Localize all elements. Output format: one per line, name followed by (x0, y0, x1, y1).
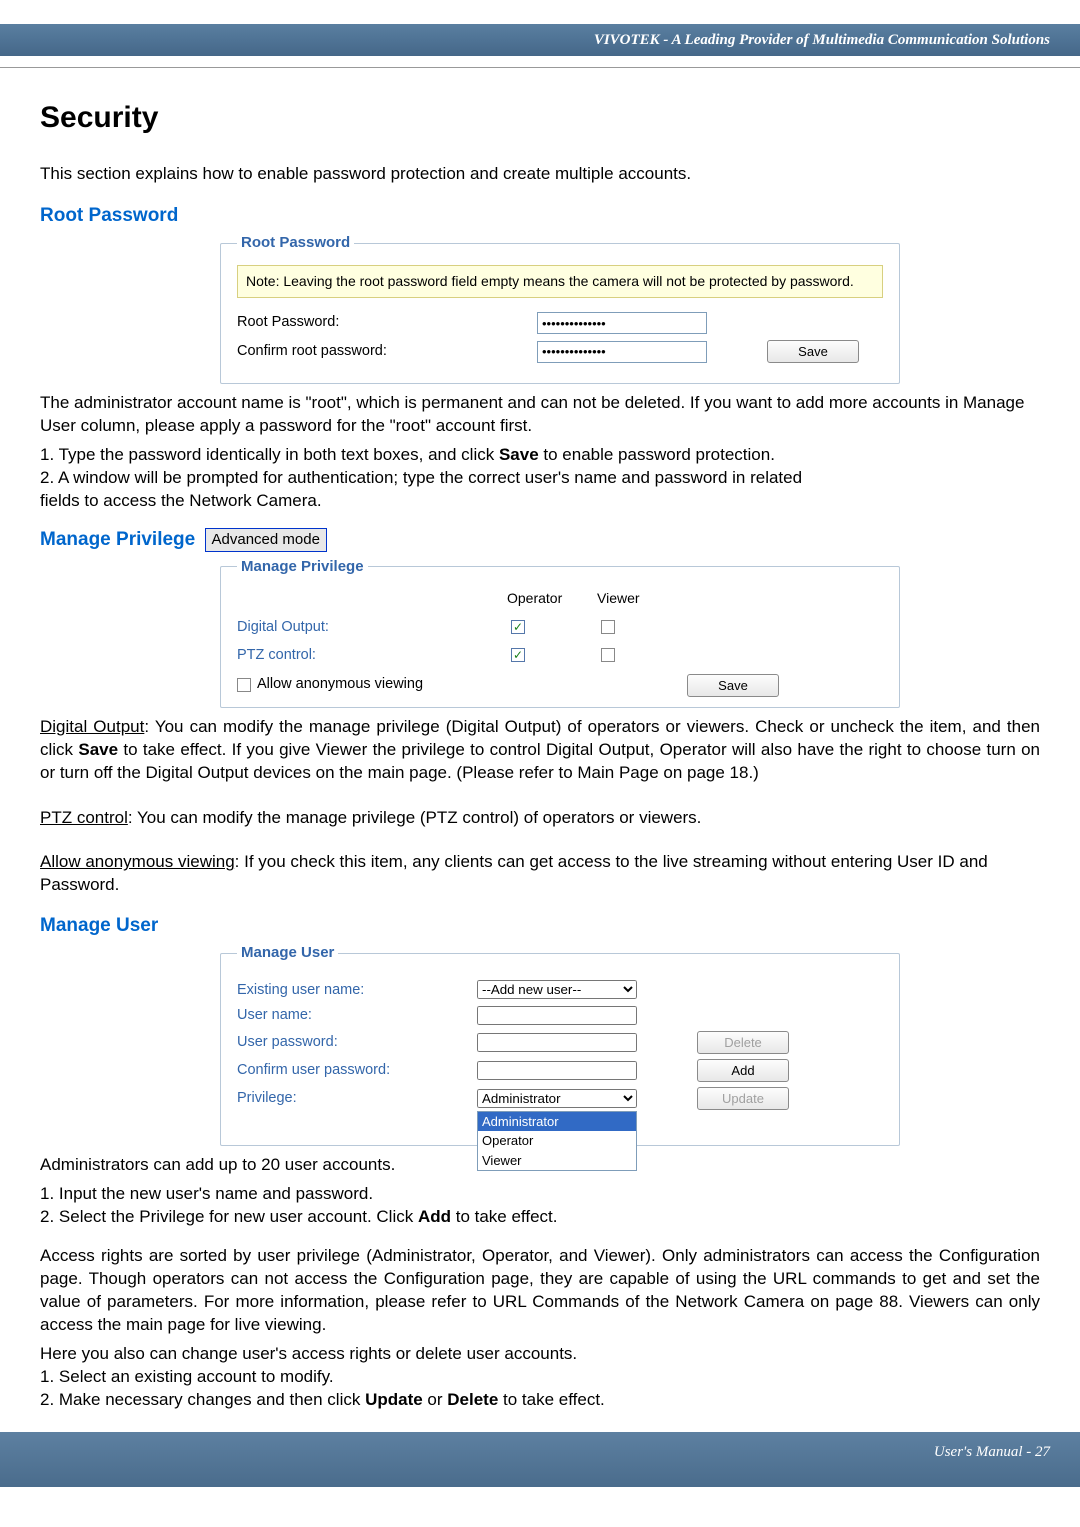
priv-row-ptz-label: PTZ control: (237, 646, 507, 666)
privilege-select-dropdown: Administrator Operator Viewer (477, 1111, 637, 1172)
priv-digital-paragraph: Digital Output: You can modify the manag… (40, 716, 1040, 785)
ptz-viewer-checkbox[interactable]: ✓ (601, 648, 615, 662)
advanced-mode-badge: Advanced mode (205, 528, 327, 552)
mu-para4: 1. Select an existing account to modify. (40, 1366, 1040, 1389)
root-password-note: Note: Leaving the root password field em… (237, 265, 883, 298)
root-password-panel: Root Password Note: Leaving the root pas… (220, 233, 900, 384)
priv-ptz-underline: PTZ control (40, 808, 128, 827)
confirmpw-input[interactable] (477, 1061, 637, 1080)
privilege-option-operator[interactable]: Operator (478, 1131, 636, 1151)
manage-privilege-title-text: Manage Privilege (40, 529, 195, 550)
header-divider (0, 56, 1080, 68)
anon-view-checkbox[interactable]: ✓ (237, 678, 251, 692)
root-explain-1: 1. Type the password identically in both… (40, 444, 1040, 467)
manage-privilege-legend: Manage Privilege (237, 557, 368, 577)
priv-col-viewer: Viewer (597, 589, 687, 608)
root-explain-2: 2. A window will be prompted for authent… (40, 467, 1040, 490)
priv-row-digital-label: Digital Output: (237, 618, 507, 638)
ptz-operator-checkbox[interactable]: ✓ (511, 648, 525, 662)
page-title: Security (40, 98, 1040, 139)
digital-viewer-checkbox[interactable]: ✓ (601, 620, 615, 634)
root-explain-0: The administrator account name is "root"… (40, 392, 1040, 438)
userpw-label: User password: (237, 1033, 477, 1053)
page-footer-band: User's Manual - 27 (0, 1432, 1080, 1487)
root-password-heading: Root Password (40, 203, 1040, 229)
existing-user-label: Existing user name: (237, 981, 477, 1001)
mu-para5: 2. Make necessary changes and then click… (40, 1389, 1040, 1412)
manage-user-panel: Manage User Existing user name: --Add ne… (220, 943, 900, 1146)
privilege-option-viewer[interactable]: Viewer (478, 1151, 636, 1171)
username-label: User name: (237, 1006, 477, 1026)
manage-privilege-heading: Manage Privilege Advanced mode (40, 527, 1040, 553)
privilege-label: Privilege: (237, 1089, 477, 1109)
root-password-save-button[interactable]: Save (767, 340, 859, 363)
confirmpw-label: Confirm user password: (237, 1061, 477, 1081)
root-password-label: Root Password: (237, 313, 537, 333)
confirm-root-password-input[interactable] (537, 341, 707, 363)
privilege-save-button[interactable]: Save (687, 674, 779, 697)
privilege-option-admin[interactable]: Administrator (478, 1112, 636, 1132)
update-button[interactable]: Update (697, 1087, 789, 1110)
manage-privilege-panel: Manage Privilege Operator Viewer Digital… (220, 557, 900, 708)
mu-explain-3: 2. Select the Privilege for new user acc… (40, 1206, 1040, 1229)
confirm-root-password-label: Confirm root password: (237, 342, 537, 362)
manage-user-heading: Manage User (40, 913, 1040, 939)
priv-col-operator: Operator (507, 589, 597, 608)
add-button[interactable]: Add (697, 1059, 789, 1082)
priv-ptz-paragraph: PTZ control: You can modify the manage p… (40, 807, 1040, 830)
priv-digital-underline: Digital Output (40, 717, 144, 736)
username-input[interactable] (477, 1006, 637, 1025)
root-password-input[interactable] (537, 312, 707, 334)
root-password-legend: Root Password (237, 233, 354, 253)
priv-anon-paragraph: Allow anonymous viewing: If you check th… (40, 851, 1040, 897)
digital-operator-checkbox[interactable]: ✓ (511, 620, 525, 634)
existing-user-select[interactable]: --Add new user-- (477, 980, 637, 999)
intro-text: This section explains how to enable pass… (40, 163, 1040, 186)
mu-para3: Here you also can change user's access r… (40, 1343, 1040, 1366)
mu-explain-2: 1. Input the new user's name and passwor… (40, 1183, 1040, 1206)
privilege-select[interactable]: Administrator (477, 1089, 637, 1108)
delete-button[interactable]: Delete (697, 1031, 789, 1054)
userpw-input[interactable] (477, 1033, 637, 1052)
page-header: VIVOTEK - A Leading Provider of Multimed… (0, 24, 1080, 56)
manage-user-legend: Manage User (237, 943, 338, 963)
page-footer-text: User's Manual - 27 (0, 1432, 1080, 1456)
anon-view-label: Allow anonymous viewing (257, 675, 587, 695)
root-explain-3: fields to access the Network Camera. (40, 490, 1040, 513)
mu-para2: Access rights are sorted by user privile… (40, 1245, 1040, 1337)
priv-col-spacer (237, 589, 507, 608)
top-spacer (0, 0, 1080, 24)
header-title: VIVOTEK - A Leading Provider of Multimed… (594, 30, 1050, 50)
priv-anon-underline: Allow anonymous viewing (40, 852, 235, 871)
